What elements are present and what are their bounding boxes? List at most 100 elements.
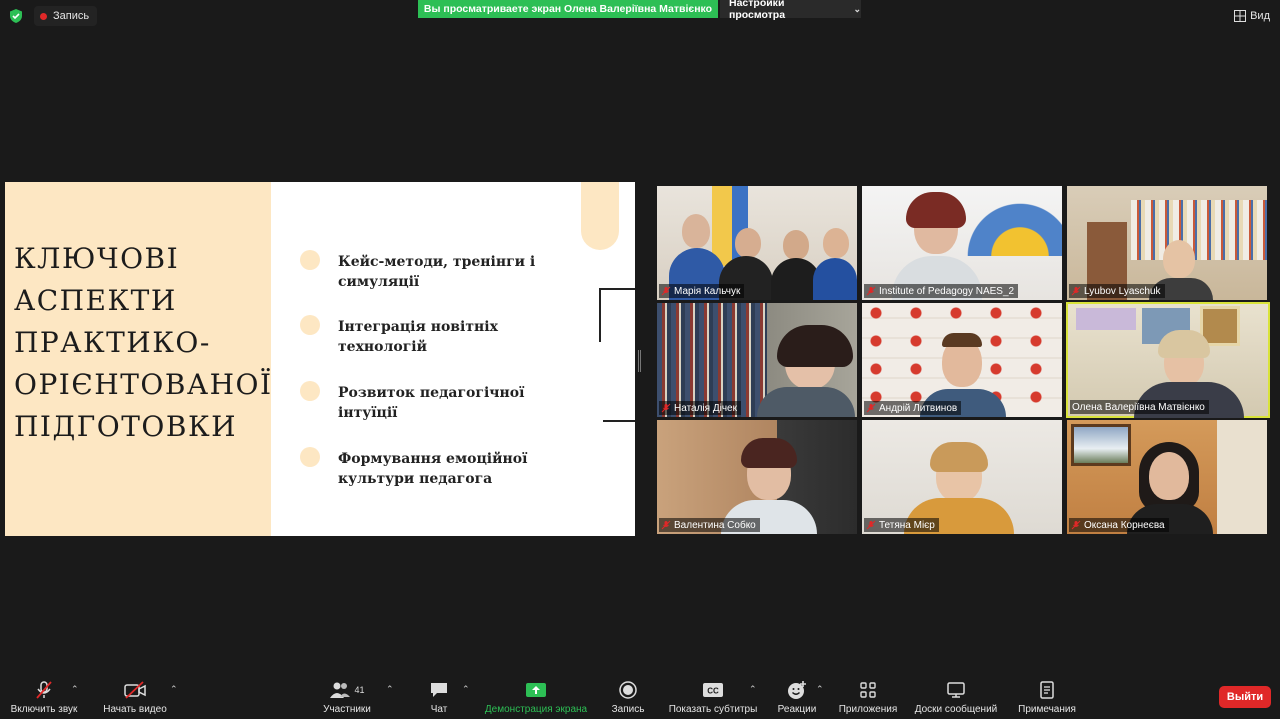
show-captions-button[interactable]: CC Показать субтитры	[666, 680, 760, 715]
participant-name: Оксана Корнеєва	[1084, 519, 1165, 531]
split-view-resize-handle[interactable]	[638, 350, 641, 372]
video-camera-off-icon	[124, 681, 146, 699]
leave-meeting-button[interactable]: Выйти	[1219, 686, 1271, 708]
bookshelf-backdrop	[657, 303, 767, 417]
slide-title-line: ПІДГОТОВКИ	[14, 410, 238, 443]
participants-label: Участники	[323, 704, 371, 715]
reactions-options-caret-icon[interactable]: ⌃	[816, 684, 824, 695]
captions-options-caret-icon[interactable]: ⌃	[749, 684, 757, 695]
participant-video-tile[interactable]: Наталія Дічек	[657, 303, 857, 417]
participant-face	[1149, 452, 1189, 500]
whiteboard-icon	[947, 682, 965, 698]
participant-name: Тетяна Мієр	[879, 519, 935, 531]
view-label: Вид	[1250, 10, 1270, 22]
participant-hair	[741, 438, 797, 468]
participant-nameplate: Марія Кальчук	[659, 284, 745, 298]
whiteboards-label: Доски сообщений	[914, 704, 998, 715]
slide-title-line: АСПЕКТИ	[14, 284, 177, 317]
participant-hair	[777, 325, 853, 367]
chat-label: Чат	[430, 704, 448, 715]
share-screen-button[interactable]: Демонстрация экрана	[480, 680, 592, 715]
shield-icon[interactable]	[8, 8, 24, 24]
participants-options-caret-icon[interactable]: ⌃	[386, 684, 394, 695]
decorative-bracket	[603, 420, 635, 422]
participant-nameplate: Оксана Корнеєва	[1069, 518, 1169, 532]
participant-face	[823, 228, 849, 258]
grid-view-icon	[1234, 10, 1247, 22]
participant-video-tile[interactable]: Institute of Pedagogy NAES_2	[862, 186, 1062, 300]
mic-muted-icon	[661, 520, 671, 530]
participant-video-tile[interactable]: Валентина Собко	[657, 420, 857, 534]
slide-item-text: Інтеграція новітніх технологій	[338, 319, 498, 355]
view-settings-label: Настройки просмотра	[729, 0, 786, 21]
participant-face	[1163, 240, 1195, 278]
record-label: Запись	[611, 704, 645, 715]
mic-muted-icon	[661, 403, 671, 413]
audio-options-caret-icon[interactable]: ⌃	[71, 684, 79, 695]
chat-bubble-icon	[431, 683, 447, 697]
chat-options-caret-icon[interactable]: ⌃	[462, 684, 470, 695]
participant-video-tile-active-speaker[interactable]: Олена Валеріївна Матвієнко	[1066, 302, 1270, 418]
bullet-circle-icon	[300, 250, 320, 270]
notes-label: Примечания	[1018, 704, 1076, 715]
closed-captions-icon: CC	[703, 683, 723, 697]
participants-button[interactable]: 41 Участники	[318, 680, 376, 715]
recording-indicator[interactable]: Запись	[34, 6, 98, 26]
participant-face	[783, 230, 809, 260]
slide-title-line: ПРАКТИКО-	[14, 326, 211, 359]
share-screen-icon	[526, 683, 546, 697]
chat-button[interactable]: Чат	[424, 680, 454, 715]
participant-video-tile[interactable]: Оксана Корнеєва	[1067, 420, 1267, 534]
participant-video-tile[interactable]: Марія Кальчук	[657, 186, 857, 300]
unmute-label: Включить звук	[10, 704, 78, 715]
start-video-button[interactable]: Начать видео	[100, 680, 170, 715]
participant-video-tile[interactable]: Андрій Литвинов	[862, 303, 1062, 417]
participant-nameplate: Lyubov Lyaschuk	[1069, 284, 1165, 298]
wall-picture	[1076, 308, 1136, 330]
apps-button[interactable]: Приложения	[836, 680, 900, 715]
participant-hair	[1158, 330, 1210, 358]
whiteboards-button[interactable]: Доски сообщений	[910, 680, 1002, 715]
participant-video-tile[interactable]: Тетяна Мієр	[862, 420, 1062, 534]
mic-muted-icon	[1071, 520, 1081, 530]
participants-count: 41	[354, 685, 365, 695]
participant-name: Institute of Pedagogy NAES_2	[879, 285, 1015, 297]
viewing-screen-banner: Вы просматриваете экран Олена Валеріївна…	[418, 0, 718, 18]
view-button[interactable]: Вид	[1234, 7, 1270, 25]
mic-muted-icon	[866, 403, 876, 413]
participant-name: Валентина Собко	[674, 519, 756, 531]
slide-item-text: Розвиток педагогічної інтуїції	[338, 385, 525, 421]
bookshelf-backdrop	[1131, 200, 1267, 260]
slide-item-text: Кейс-методи, тренінги і симуляції	[338, 254, 536, 290]
participant-video-tile[interactable]: Lyubov Lyaschuk	[1067, 186, 1267, 300]
participant-nameplate: Institute of Pedagogy NAES_2	[864, 284, 1019, 298]
record-icon	[619, 681, 637, 699]
reactions-button[interactable]: Реакции	[776, 680, 818, 715]
slide-title: КЛЮЧОВІ АСПЕКТИ ПРАКТИКО- ОРІЄНТОВАНОЇ П…	[14, 238, 276, 448]
start-video-label: Начать видео	[103, 704, 167, 715]
participant-nameplate: Валентина Собко	[659, 518, 760, 532]
mic-muted-icon	[866, 520, 876, 530]
share-screen-label: Демонстрация экрана	[484, 704, 588, 715]
participant-hair	[942, 333, 982, 347]
participant-name: Наталія Дічек	[674, 402, 737, 414]
record-button[interactable]: Запись	[608, 680, 648, 715]
video-options-caret-icon[interactable]: ⌃	[170, 684, 178, 695]
participant-name: Марія Кальчук	[674, 285, 741, 297]
participant-name: Lyubov Lyaschuk	[1084, 285, 1161, 297]
slide-list-item: Інтеграція новітніх технологій	[300, 315, 588, 357]
apps-icon	[860, 682, 876, 698]
notes-icon	[1040, 681, 1054, 699]
notes-button[interactable]: Примечания	[1014, 680, 1080, 715]
mic-muted-icon	[866, 286, 876, 296]
bullet-circle-icon	[300, 447, 320, 467]
unmute-button[interactable]: Включить звук	[8, 680, 80, 715]
slide-title-line: ОРІЄНТОВАНОЇ	[14, 368, 273, 401]
participant-nameplate: Андрій Литвинов	[864, 401, 962, 415]
participant-nameplate: Олена Валеріївна Матвієнко	[1070, 400, 1209, 414]
participant-face	[682, 214, 710, 248]
view-settings-dropdown[interactable]: Настройки просмотра ⌄	[720, 0, 861, 21]
reactions-label: Реакции	[777, 704, 817, 715]
participant-body	[813, 258, 857, 300]
decorative-pill	[581, 182, 619, 250]
